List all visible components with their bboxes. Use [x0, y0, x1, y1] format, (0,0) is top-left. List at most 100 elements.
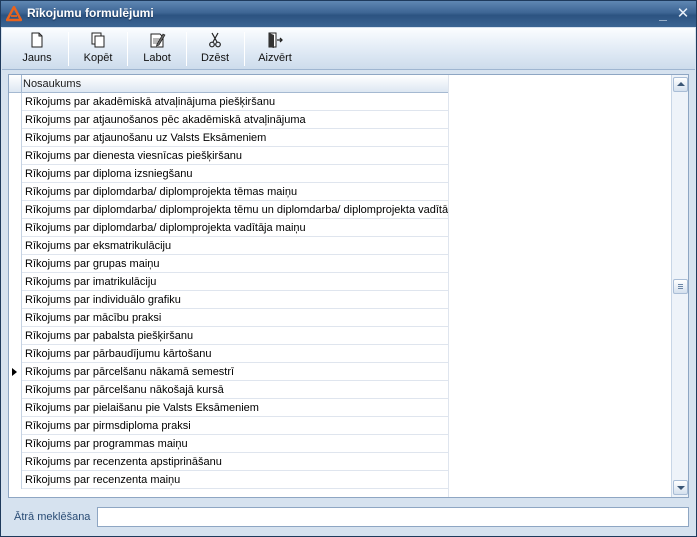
row-name-cell: Rīkojums par eksmatrikulāciju: [25, 240, 172, 252]
close-button[interactable]: ✕: [673, 4, 693, 24]
row-selector[interactable]: [9, 237, 22, 255]
quick-search-label: Ātrā meklēšana: [14, 511, 91, 523]
row-name-cell: Rīkojums par atjaunošanu uz Valsts Eksām…: [25, 132, 267, 144]
row-selector[interactable]: [9, 219, 22, 237]
table-row[interactable]: Rīkojums par atjaunošanu uz Valsts Eksām…: [9, 129, 449, 147]
table-row[interactable]: Rīkojums par eksmatrikulāciju: [9, 237, 449, 255]
table-row[interactable]: Rīkojums par atjaunošanos pēc akadēmiskā…: [9, 111, 449, 129]
grid-rows: Rīkojums par akadēmiskā atvaļinājuma pie…: [9, 93, 449, 489]
scroll-thumb[interactable]: [673, 279, 688, 294]
row-name-cell: Rīkojums par pabalsta piešķiršanu: [25, 330, 194, 342]
row-name-cell: Rīkojums par diplomdarba/ diplomprojekta…: [25, 186, 298, 198]
row-name-cell: Rīkojums par atjaunošanos pēc akadēmiskā…: [25, 114, 306, 126]
row-selector[interactable]: [9, 165, 22, 183]
row-name-cell: Rīkojums par programmas maiņu: [25, 438, 188, 450]
table-row[interactable]: Rīkojums par mācību praksi: [9, 309, 449, 327]
edit-icon: [150, 33, 166, 48]
table-row[interactable]: Rīkojums par diplomdarba/ diplomprojekta…: [9, 201, 449, 219]
row-name-cell: Rīkojums par imatrikulāciju: [25, 276, 157, 288]
delete-button[interactable]: Dzēst: [189, 30, 241, 68]
title-bar[interactable]: Rīkojumu formulējumi _ ✕: [1, 1, 696, 27]
toolbar-separator: [244, 32, 245, 66]
row-selector[interactable]: [9, 363, 22, 381]
table-row[interactable]: Rīkojums par diploma izsniegšanu: [9, 165, 449, 183]
row-selector[interactable]: [9, 453, 22, 471]
grip-line: [678, 286, 683, 287]
row-selector[interactable]: [9, 381, 22, 399]
column-header-name[interactable]: Nosaukums: [23, 78, 81, 90]
edit-button[interactable]: Labot: [130, 30, 184, 68]
arrow-up-icon: [677, 82, 685, 86]
current-row-arrow-icon: [12, 368, 17, 376]
row-selector[interactable]: [9, 399, 22, 417]
cut-icon: [209, 32, 221, 48]
row-selector[interactable]: [9, 183, 22, 201]
new-button-label: Jauns: [22, 52, 52, 64]
window-title: Rīkojumu formulējumi: [27, 6, 154, 20]
table-row[interactable]: Rīkojums par recenzenta apstiprināšanu: [9, 453, 449, 471]
row-name-cell: Rīkojums par recenzenta maiņu: [25, 474, 181, 486]
row-selector[interactable]: [9, 201, 22, 219]
copy-button[interactable]: Kopēt: [71, 30, 125, 68]
row-selector[interactable]: [9, 309, 22, 327]
row-selector[interactable]: [9, 417, 22, 435]
row-selector[interactable]: [9, 327, 22, 345]
toolbar-separator: [68, 32, 69, 66]
row-selector[interactable]: [9, 273, 22, 291]
table-row[interactable]: Rīkojums par pārbaudījumu kārtošanu: [9, 345, 449, 363]
table-row[interactable]: Rīkojums par imatrikulāciju: [9, 273, 449, 291]
table-row[interactable]: Rīkojums par diplomdarba/ diplomprojekta…: [9, 183, 449, 201]
row-name-cell: Rīkojums par akadēmiskā atvaļinājuma pie…: [25, 96, 276, 108]
grip-line: [678, 284, 683, 285]
table-row[interactable]: Rīkojums par individuālo grafiku: [9, 291, 449, 309]
scroll-up-button[interactable]: [673, 77, 688, 92]
close-form-button-label: Aizvērt: [258, 52, 292, 64]
new-document-icon: [31, 32, 43, 48]
row-name-cell: Rīkojums par recenzenta apstiprināšanu: [25, 456, 222, 468]
table-row[interactable]: Rīkojums par pirmsdiploma praksi: [9, 417, 449, 435]
table-row[interactable]: Rīkojums par recenzenta maiņu: [9, 471, 449, 489]
row-selector[interactable]: [9, 291, 22, 309]
row-selector[interactable]: [9, 111, 22, 129]
app-window: Rīkojumu formulējumi _ ✕ Jauns Kopēt Lab…: [0, 0, 697, 537]
row-selector[interactable]: [9, 93, 22, 111]
table-row[interactable]: Rīkojums par grupas maiņu: [9, 255, 449, 273]
row-selector[interactable]: [9, 129, 22, 147]
table-row[interactable]: Rīkojums par dienesta viesnīcas piešķirš…: [9, 147, 449, 165]
row-selector[interactable]: [9, 471, 22, 489]
exit-door-icon: [268, 32, 283, 48]
toolbar-separator: [127, 32, 128, 66]
table-row[interactable]: Rīkojums par pārcelšanu nākamā semestrī: [9, 363, 449, 381]
toolbar: Jauns Kopēt Labot Dzēst Aizvērt: [2, 28, 695, 70]
grip-line: [678, 288, 683, 289]
row-name-cell: Rīkojums par individuālo grafiku: [25, 294, 181, 306]
table-row[interactable]: Rīkojums par diplomdarba/ diplomprojekta…: [9, 219, 449, 237]
table-row[interactable]: Rīkojums par pielaišanu pie Valsts Eksām…: [9, 399, 449, 417]
row-name-cell: Rīkojums par diplomdarba/ diplomprojekta…: [25, 222, 306, 234]
table-row[interactable]: Rīkojums par programmas maiņu: [9, 435, 449, 453]
column-divider: [448, 75, 449, 497]
minimize-button[interactable]: _: [653, 4, 673, 24]
row-selector[interactable]: [9, 435, 22, 453]
header-row-selector[interactable]: [9, 75, 22, 93]
table-row[interactable]: Rīkojums par pabalsta piešķiršanu: [9, 327, 449, 345]
row-selector[interactable]: [9, 345, 22, 363]
new-button[interactable]: Jauns: [10, 30, 64, 68]
data-grid[interactable]: Nosaukums Rīkojums par akadēmiskā atvaļi…: [8, 74, 689, 498]
row-name-cell: Rīkojums par pielaišanu pie Valsts Eksām…: [25, 402, 259, 414]
row-name-cell: Rīkojums par pirmsdiploma praksi: [25, 420, 191, 432]
vertical-scrollbar[interactable]: [671, 75, 688, 497]
copy-icon: [91, 32, 105, 48]
close-form-button[interactable]: Aizvērt: [248, 30, 302, 68]
arrow-down-icon: [677, 486, 685, 490]
quick-search-input[interactable]: [97, 507, 689, 527]
row-name-cell: Rīkojums par mācību praksi: [25, 312, 162, 324]
toolbar-separator: [186, 32, 187, 66]
scroll-down-button[interactable]: [673, 480, 688, 495]
row-selector[interactable]: [9, 255, 22, 273]
row-name-cell: Rīkojums par diplomdarba/ diplomprojekta…: [25, 204, 449, 216]
row-selector[interactable]: [9, 147, 22, 165]
grid-content: Nosaukums Rīkojums par akadēmiskā atvaļi…: [9, 75, 671, 497]
table-row[interactable]: Rīkojums par pārcelšanu nākošajā kursā: [9, 381, 449, 399]
table-row[interactable]: Rīkojums par akadēmiskā atvaļinājuma pie…: [9, 93, 449, 111]
